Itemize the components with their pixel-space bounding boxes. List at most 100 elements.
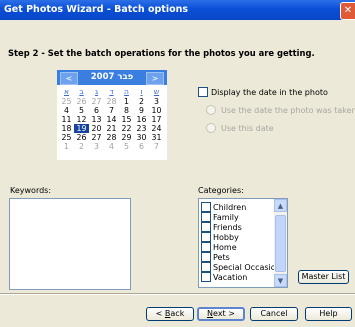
category-item[interactable]: Friends <box>201 222 242 232</box>
calendar-day[interactable]: 2 <box>74 142 89 151</box>
calendar-day[interactable]: 1 <box>59 142 74 151</box>
calendar-header: < 2007 פבר > <box>57 70 167 85</box>
calendar-day[interactable]: 18 <box>59 124 74 133</box>
scroll-up-icon[interactable]: ▲ <box>274 199 287 212</box>
calendar-day[interactable]: 21 <box>104 124 119 133</box>
calendar-day[interactable]: 23 <box>134 124 149 133</box>
calendar-day[interactable]: 27 <box>89 97 104 106</box>
category-checkbox[interactable] <box>201 232 211 242</box>
calendar-day[interactable]: 10 <box>149 106 164 115</box>
keywords-label: Keywords: <box>10 186 52 195</box>
calendar-day[interactable]: 28 <box>104 133 119 142</box>
category-checkbox[interactable] <box>201 222 211 232</box>
calendar-day[interactable]: 22 <box>119 124 134 133</box>
categories-scrollbar[interactable]: ▲ ▼ <box>274 199 287 287</box>
calendar-day[interactable]: 20 <box>89 124 104 133</box>
category-checkbox[interactable] <box>201 262 211 272</box>
back-button[interactable]: < Back <box>146 307 194 321</box>
calendar-day[interactable]: 29 <box>119 133 134 142</box>
calendar-day[interactable]: 30 <box>134 133 149 142</box>
weekday-header: ש <box>153 87 160 96</box>
calendar-day[interactable]: 25 <box>59 97 74 106</box>
close-icon[interactable]: ✕ <box>340 2 355 20</box>
category-label: Home <box>213 243 237 252</box>
calendar-day[interactable]: 7 <box>149 142 164 151</box>
calendar-day[interactable]: 12 <box>74 115 89 124</box>
calendar-day-selected[interactable]: 19 <box>74 124 89 133</box>
scroll-down-icon[interactable]: ▼ <box>274 274 287 287</box>
cancel-button[interactable]: Cancel <box>250 307 298 321</box>
calendar-day[interactable]: 4 <box>59 106 74 115</box>
calendar-day[interactable]: 7 <box>104 106 119 115</box>
calendar-day[interactable]: 2 <box>134 97 149 106</box>
next-button[interactable]: Next > <box>197 307 245 321</box>
category-item[interactable]: Vacation <box>201 272 247 282</box>
window-title: Get Photos Wizard - Batch options <box>4 4 189 15</box>
calendar: < 2007 פבר > א ב ג ד ה ו ש 25 26 27 28 1 2 3 4 5 6 7 8 9 10 1… <box>57 70 167 160</box>
calendar-day[interactable]: 31 <box>149 133 164 142</box>
calendar-day[interactable]: 3 <box>149 97 164 106</box>
calendar-day[interactable]: 6 <box>89 106 104 115</box>
category-label: Family <box>213 213 239 222</box>
calendar-day[interactable]: 25 <box>59 133 74 142</box>
use-taken-date-option[interactable]: Use the date the photo was taken <box>206 105 355 115</box>
calendar-day[interactable]: 5 <box>119 142 134 151</box>
calendar-prev-button[interactable]: < <box>60 72 78 85</box>
calendar-day[interactable]: 5 <box>74 106 89 115</box>
category-item[interactable]: Home <box>201 242 237 252</box>
footer-separator <box>0 293 355 295</box>
use-this-date-radio[interactable] <box>206 123 216 133</box>
calendar-month-title[interactable]: 2007 פבר <box>79 72 145 82</box>
weekday-header: א <box>63 87 69 96</box>
calendar-day[interactable]: 3 <box>89 142 104 151</box>
category-checkbox[interactable] <box>201 212 211 222</box>
calendar-day[interactable]: 27 <box>89 133 104 142</box>
category-item[interactable]: Hobby <box>201 232 239 242</box>
calendar-day[interactable]: 4 <box>104 142 119 151</box>
category-item[interactable]: Pets <box>201 252 230 262</box>
categories-list[interactable]: Children Family Friends Hobby Home Pets Specia… <box>198 198 288 288</box>
calendar-day[interactable]: 26 <box>74 133 89 142</box>
category-label: Children <box>213 203 247 212</box>
use-this-date-label: Use this date <box>221 124 274 133</box>
category-checkbox[interactable] <box>201 252 211 262</box>
weekday-header: ג <box>94 87 99 96</box>
back-button-suffix: ack <box>170 309 185 318</box>
weekday-header: ה <box>124 87 129 96</box>
calendar-day[interactable]: 26 <box>74 97 89 106</box>
calendar-next-button[interactable]: > <box>146 72 164 85</box>
calendar-day[interactable]: 9 <box>134 106 149 115</box>
category-checkbox[interactable] <box>201 242 211 252</box>
calendar-day[interactable]: 15 <box>119 115 134 124</box>
category-item[interactable]: Children <box>201 202 246 212</box>
category-item[interactable]: Family <box>201 212 239 222</box>
help-button[interactable]: Help <box>305 307 352 321</box>
weekday-header: ד <box>109 87 114 96</box>
master-list-button[interactable]: Master List <box>298 270 349 284</box>
weekday-header: ב <box>79 87 84 96</box>
calendar-day[interactable]: 17 <box>149 115 164 124</box>
use-taken-date-label: Use the date the photo was taken <box>221 106 355 115</box>
calendar-day[interactable]: 13 <box>89 115 104 124</box>
calendar-day[interactable]: 14 <box>104 115 119 124</box>
calendar-day[interactable]: 28 <box>104 97 119 106</box>
step-heading: Step 2 - Set the batch operations for th… <box>8 48 315 58</box>
use-taken-date-radio[interactable] <box>206 105 216 115</box>
title-bar[interactable]: Get Photos Wizard - Batch options ✕ <box>0 0 355 20</box>
category-label: Friends <box>213 223 242 232</box>
calendar-day[interactable]: 11 <box>59 115 74 124</box>
calendar-day[interactable]: 6 <box>134 142 149 151</box>
scroll-thumb[interactable] <box>275 215 286 272</box>
calendar-day[interactable]: 16 <box>134 115 149 124</box>
calendar-day[interactable]: 1 <box>119 97 134 106</box>
calendar-day[interactable]: 24 <box>149 124 164 133</box>
display-date-checkbox[interactable] <box>198 87 208 97</box>
use-this-date-option[interactable]: Use this date <box>206 123 274 133</box>
keywords-input[interactable] <box>9 198 131 290</box>
back-button-prefix: < <box>155 309 165 318</box>
calendar-day[interactable]: 8 <box>119 106 134 115</box>
category-item[interactable]: Special Occasions <box>201 262 285 272</box>
display-date-option[interactable]: Display the date in the photo <box>198 87 328 97</box>
category-checkbox[interactable] <box>201 272 211 282</box>
category-checkbox[interactable] <box>201 202 211 212</box>
